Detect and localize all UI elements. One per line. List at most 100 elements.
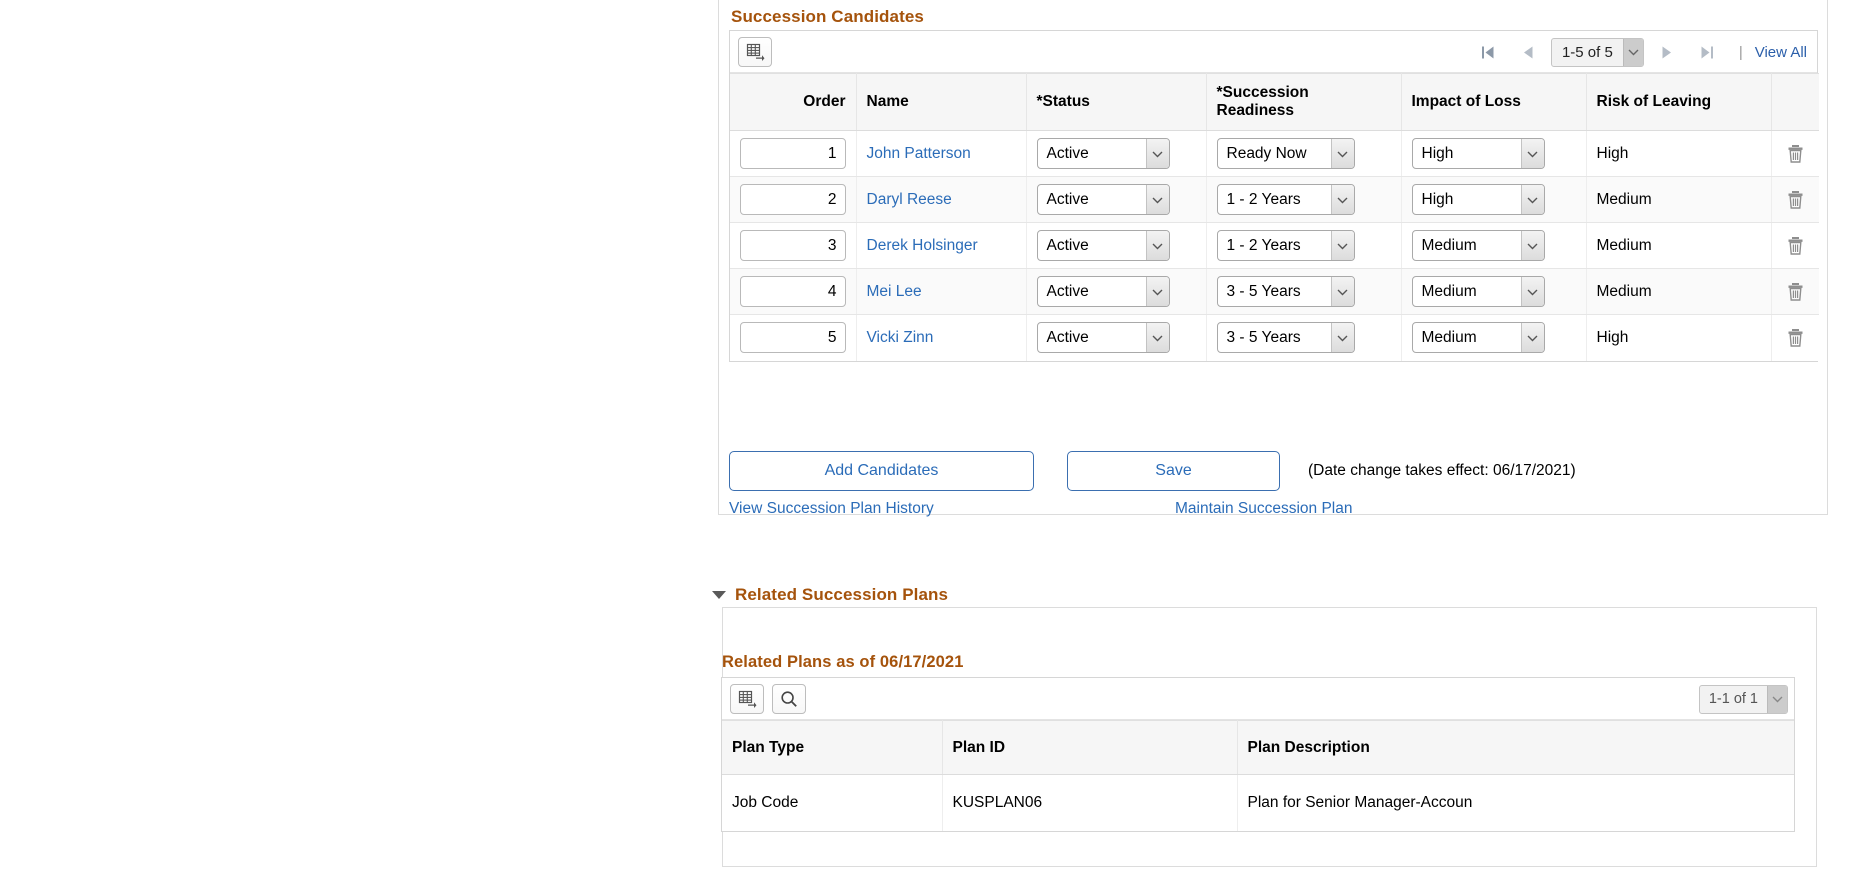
order-input[interactable]: [740, 184, 846, 215]
chevron-down-icon: [1331, 139, 1354, 168]
status-value: Active: [1038, 323, 1146, 352]
succession-readiness-select[interactable]: 3 - 5 Years: [1217, 276, 1355, 307]
candidates-actions: Add Candidates Save (Date change takes e…: [729, 450, 1818, 492]
related-page-range-selector[interactable]: 1-1 of 1: [1699, 685, 1788, 714]
impact-of-loss-select[interactable]: Medium: [1412, 230, 1545, 261]
succession-readiness-select[interactable]: 1 - 2 Years: [1217, 230, 1355, 261]
succession-readiness-value: 1 - 2 Years: [1218, 231, 1331, 260]
status-value: Active: [1038, 277, 1146, 306]
cell-succession-readiness: 1 - 2 Years: [1206, 177, 1401, 223]
cell-succession-readiness: Ready Now: [1206, 131, 1401, 177]
related-succession-plans-header[interactable]: Related Succession Plans: [712, 585, 948, 605]
cell-succession-readiness: 3 - 5 Years: [1206, 315, 1401, 361]
chevron-down-icon[interactable]: [1767, 686, 1787, 713]
table-row: Job Code KUSPLAN06 Plan for Senior Manag…: [722, 775, 1794, 831]
impact-of-loss-value: High: [1413, 185, 1521, 214]
date-effect-note: (Date change takes effect: 06/17/2021): [1308, 462, 1576, 480]
cell-risk-of-leaving: Medium: [1586, 269, 1771, 315]
collapse-caret-icon[interactable]: [712, 591, 726, 599]
cell-order: [730, 223, 856, 269]
view-all-link[interactable]: View All: [1755, 44, 1811, 61]
impact-of-loss-select[interactable]: Medium: [1412, 322, 1545, 353]
candidate-name-link[interactable]: John Patterson: [867, 145, 971, 162]
cell-succession-readiness: 3 - 5 Years: [1206, 269, 1401, 315]
succession-readiness-select[interactable]: 3 - 5 Years: [1217, 322, 1355, 353]
table-row: Derek Holsinger Active 1 - 2 Years: [730, 223, 1819, 269]
first-page-icon[interactable]: [1468, 37, 1508, 67]
status-value: Active: [1038, 231, 1146, 260]
status-select[interactable]: Active: [1037, 276, 1170, 307]
previous-page-icon[interactable]: [1508, 37, 1548, 67]
cell-delete: [1771, 315, 1819, 361]
column-header-plan-description: Plan Description: [1237, 721, 1794, 775]
order-input[interactable]: [740, 138, 846, 169]
status-select[interactable]: Active: [1037, 322, 1170, 353]
trash-icon[interactable]: [1782, 144, 1810, 163]
cell-name: Mei Lee: [856, 269, 1026, 315]
grid-to-excel-icon[interactable]: [738, 37, 772, 67]
trash-icon[interactable]: [1782, 282, 1810, 301]
cell-impact-of-loss: High: [1401, 177, 1586, 223]
cell-status: Active: [1026, 131, 1206, 177]
view-succession-plan-history-link[interactable]: View Succession Plan History: [729, 500, 934, 518]
succession-readiness-select[interactable]: 1 - 2 Years: [1217, 184, 1355, 215]
succession-readiness-value: 3 - 5 Years: [1218, 277, 1331, 306]
save-button[interactable]: Save: [1067, 451, 1280, 491]
cell-order: [730, 269, 856, 315]
search-icon[interactable]: [772, 684, 806, 714]
candidate-name-link[interactable]: Vicki Zinn: [867, 329, 934, 346]
trash-icon[interactable]: [1782, 328, 1810, 347]
candidates-page-range-selector[interactable]: 1-5 of 5: [1551, 38, 1644, 67]
related-plans-grid: 1-1 of 1 Plan Type Plan ID: [721, 677, 1795, 832]
table-row: Mei Lee Active 3 - 5 Years: [730, 269, 1819, 315]
column-header-name: Name: [856, 74, 1026, 131]
chevron-down-icon: [1521, 323, 1544, 352]
order-input[interactable]: [740, 322, 846, 353]
candidate-name-link[interactable]: Mei Lee: [867, 283, 922, 300]
status-select[interactable]: Active: [1037, 230, 1170, 261]
trash-icon[interactable]: [1782, 236, 1810, 255]
order-input[interactable]: [740, 276, 846, 307]
succession-readiness-value: Ready Now: [1218, 139, 1331, 168]
related-plans-subtitle: Related Plans as of 06/17/2021: [722, 653, 963, 672]
maintain-succession-plan-link[interactable]: Maintain Succession Plan: [1175, 500, 1353, 518]
impact-of-loss-value: Medium: [1413, 231, 1521, 260]
cell-delete: [1771, 269, 1819, 315]
impact-of-loss-select[interactable]: High: [1412, 138, 1545, 169]
last-page-icon[interactable]: [1687, 37, 1727, 67]
candidates-header-row: Order Name *Status *Succession Readiness…: [730, 74, 1819, 131]
status-select[interactable]: Active: [1037, 138, 1170, 169]
trash-icon[interactable]: [1782, 190, 1810, 209]
chevron-down-icon[interactable]: [1623, 39, 1643, 66]
grid-to-excel-icon[interactable]: [730, 684, 764, 714]
column-header-succession-readiness: *Succession Readiness: [1206, 74, 1401, 131]
next-page-icon[interactable]: [1647, 37, 1687, 67]
column-header-delete: [1771, 74, 1819, 131]
cell-name: Vicki Zinn: [856, 315, 1026, 361]
order-input[interactable]: [740, 230, 846, 261]
impact-of-loss-select[interactable]: Medium: [1412, 276, 1545, 307]
add-candidates-button[interactable]: Add Candidates: [729, 451, 1034, 491]
status-select[interactable]: Active: [1037, 184, 1170, 215]
candidate-name-link[interactable]: Derek Holsinger: [867, 237, 978, 254]
succession-candidates-grid: 1-5 of 5: [729, 30, 1818, 362]
column-header-impact-of-loss: Impact of Loss: [1401, 74, 1586, 131]
succession-readiness-value: 1 - 2 Years: [1218, 185, 1331, 214]
cell-order: [730, 315, 856, 361]
table-row: Daryl Reese Active 1 - 2 Years: [730, 177, 1819, 223]
chevron-down-icon: [1331, 323, 1354, 352]
candidates-pager: 1-5 of 5: [1468, 31, 1811, 73]
impact-of-loss-value: High: [1413, 139, 1521, 168]
cell-delete: [1771, 223, 1819, 269]
impact-of-loss-select[interactable]: High: [1412, 184, 1545, 215]
chevron-down-icon: [1146, 139, 1169, 168]
succession-readiness-select[interactable]: Ready Now: [1217, 138, 1355, 169]
pager-separator: |: [1727, 44, 1755, 61]
candidate-name-link[interactable]: Daryl Reese: [867, 191, 952, 208]
chevron-down-icon: [1146, 185, 1169, 214]
succession-readiness-value: 3 - 5 Years: [1218, 323, 1331, 352]
page-root: Succession Candidates: [0, 0, 1875, 875]
cell-risk-of-leaving: Medium: [1586, 223, 1771, 269]
cell-delete: [1771, 177, 1819, 223]
impact-of-loss-value: Medium: [1413, 277, 1521, 306]
